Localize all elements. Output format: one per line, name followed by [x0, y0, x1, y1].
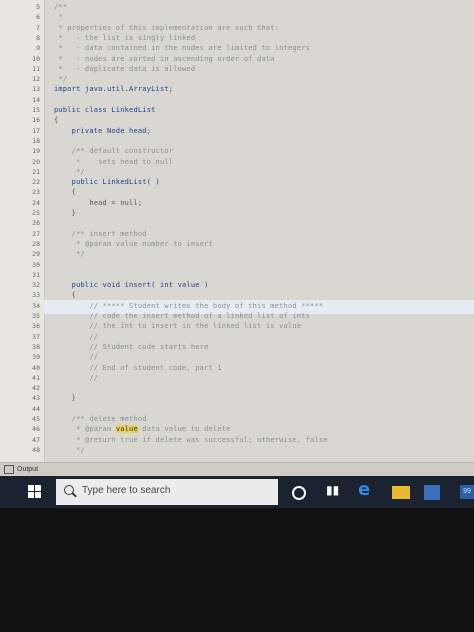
monitor-screen: 5/** 6 * 7 * properties of this implementa…	[0, 0, 474, 516]
app-badge[interactable]: 99	[460, 485, 474, 499]
search-placeholder: Type here to search	[82, 485, 171, 496]
windows-taskbar: Type here to search ▮▮ e 99	[0, 476, 474, 508]
edge-browser-icon[interactable]: e	[358, 479, 374, 500]
task-view-icon[interactable]: ▮▮	[326, 483, 342, 499]
code-editor[interactable]: 5/** 6 * 7 * properties of this implementa…	[0, 0, 474, 462]
output-tab-label: Output	[17, 466, 39, 473]
code-line[interactable]: 48 */	[0, 445, 474, 457]
output-window-icon	[4, 464, 14, 474]
line-number: 48	[32, 445, 40, 454]
laptop-bezel	[0, 508, 474, 632]
code-text: */	[54, 445, 85, 454]
windows-start-icon[interactable]	[28, 485, 42, 499]
file-explorer-icon[interactable]	[392, 486, 410, 499]
store-icon[interactable]	[424, 485, 440, 500]
cortana-icon[interactable]	[292, 486, 306, 500]
search-icon	[64, 485, 74, 495]
output-tab[interactable]: Output	[0, 462, 474, 477]
search-highlight: value	[115, 425, 138, 434]
taskbar-search-box[interactable]: Type here to search	[56, 479, 278, 505]
